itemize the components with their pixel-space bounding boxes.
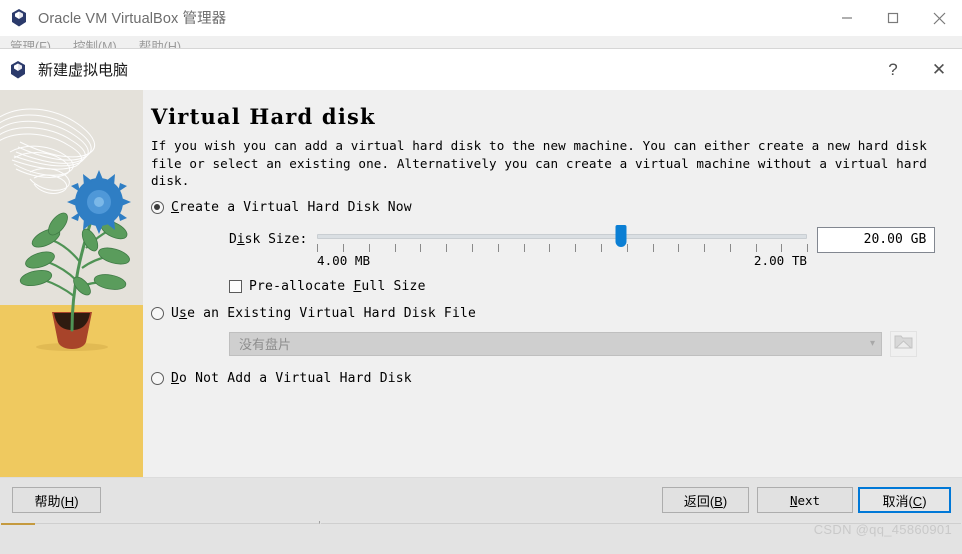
existing-disk-combo-value: 没有盘片 bbox=[239, 337, 292, 352]
page-description: If you wish you can add a virtual hard d… bbox=[151, 138, 927, 188]
back-button[interactable]: 返回(B) bbox=[662, 487, 749, 513]
next-button[interactable]: Next bbox=[757, 487, 853, 513]
disk-size-mnemonic: i bbox=[236, 232, 245, 247]
radio-indicator bbox=[151, 371, 164, 385]
checkbox-label-post: ull Size bbox=[361, 278, 426, 294]
dialog-footer: 帮助(H) 返回(B) Next 取消(C) bbox=[0, 477, 962, 521]
minimize-icon[interactable] bbox=[824, 0, 870, 36]
disk-size-label-post: sk Size: bbox=[244, 232, 308, 247]
disk-size-value-field[interactable]: 20.00 GB bbox=[817, 226, 936, 253]
maximize-icon[interactable] bbox=[870, 0, 916, 36]
new-vm-wizard-dialog: 新建虚拟电脑 ? ✕ Virtual Hard disk If you wish… bbox=[0, 48, 962, 521]
dialog-title-bar: 新建虚拟电脑 ? ✕ bbox=[0, 49, 962, 90]
help-button[interactable]: 帮助(H) bbox=[12, 487, 101, 513]
help-question-icon[interactable]: ? bbox=[870, 49, 916, 90]
slider-range-labels: 4.00 MB 2.00 TB bbox=[317, 253, 807, 268]
wizard-illustration bbox=[0, 90, 143, 477]
slider-max-label: 2.00 TB bbox=[753, 252, 807, 268]
wizard-pane: Virtual Hard disk If you wish you can ad… bbox=[143, 90, 962, 477]
slider-handle[interactable] bbox=[615, 224, 627, 247]
radio-mnemonic: C bbox=[171, 199, 180, 215]
radio-create-virtual-hard-disk-now[interactable]: Create a Virtual Hard Disk Now bbox=[151, 200, 946, 215]
window-controls bbox=[824, 0, 962, 36]
radio-label: Create a Virtual Hard Disk Now bbox=[171, 200, 412, 215]
slider-min-label: 4.00 MB bbox=[317, 252, 371, 268]
radio-mnemonic: D bbox=[171, 370, 180, 386]
radio-label: Use an Existing Virtual Hard Disk File bbox=[171, 306, 476, 321]
checkbox-label-pre: Pre-allocate bbox=[249, 278, 354, 294]
dialog-content: Virtual Hard disk If you wish you can ad… bbox=[0, 90, 962, 477]
watermark: CSDN @qq_45860901 bbox=[813, 522, 952, 537]
parent-window-title: Oracle VM VirtualBox 管理器 bbox=[38, 11, 227, 27]
radio-use-existing-virtual-hard-disk-file[interactable]: Use an Existing Virtual Hard Disk File bbox=[151, 306, 946, 321]
existing-disk-combobox[interactable]: 没有盘片 ▾ bbox=[229, 331, 882, 356]
cancel-button-label: 取消(C) bbox=[882, 493, 927, 509]
screenshot-root: Oracle VM VirtualBox 管理器 管理(F) 控制(M) 帮助(… bbox=[0, 0, 962, 554]
slider-groove bbox=[317, 233, 808, 239]
checkbox-indicator bbox=[229, 279, 242, 293]
back-button-label: 返回(B) bbox=[683, 493, 728, 509]
cancel-button[interactable]: 取消(C) bbox=[858, 487, 951, 513]
radio-label: Do Not Add a Virtual Hard Disk bbox=[171, 371, 412, 386]
checkbox-label: Pre-allocate Full Size bbox=[249, 279, 426, 294]
disk-size-row: Disk Size: 20.00 GB bbox=[229, 224, 946, 255]
radio-label-text: e an Existing Virtual Hard Disk File bbox=[187, 305, 477, 321]
radio-do-not-add-virtual-hard-disk[interactable]: Do Not Add a Virtual Hard Disk bbox=[151, 371, 946, 386]
disk-size-label-pre: D bbox=[229, 232, 237, 247]
panel-accent-bar bbox=[1, 523, 35, 525]
virtualbox-icon bbox=[9, 8, 29, 28]
existing-disk-row: 没有盘片 ▾ bbox=[229, 330, 946, 357]
radio-label-pre: U bbox=[171, 305, 180, 321]
radio-indicator bbox=[151, 306, 164, 320]
radio-mnemonic: s bbox=[179, 305, 188, 321]
page-title: Virtual Hard disk bbox=[151, 104, 376, 129]
virtualbox-icon bbox=[8, 60, 28, 80]
next-button-label: Next bbox=[789, 492, 821, 508]
browse-disk-button[interactable] bbox=[890, 330, 917, 357]
radio-label-text: o Not Add a Virtual Hard Disk bbox=[179, 370, 412, 386]
close-icon[interactable]: ✕ bbox=[916, 49, 962, 90]
dialog-controls: ? ✕ bbox=[870, 49, 962, 90]
radio-indicator bbox=[151, 200, 164, 214]
parent-title-bar: Oracle VM VirtualBox 管理器 bbox=[0, 0, 962, 36]
disk-size-slider[interactable] bbox=[317, 224, 809, 255]
disk-size-label: Disk Size: bbox=[229, 232, 307, 247]
folder-open-icon bbox=[894, 333, 913, 355]
help-button-label: 帮助(H) bbox=[34, 493, 79, 509]
checkbox-preallocate-full-size[interactable]: Pre-allocate Full Size bbox=[229, 279, 946, 294]
slider-ticks bbox=[317, 243, 809, 253]
chevron-down-icon: ▾ bbox=[869, 338, 875, 349]
dialog-title: 新建虚拟电脑 bbox=[38, 62, 129, 79]
close-icon[interactable] bbox=[916, 0, 962, 36]
radio-label-text: reate a Virtual Hard Disk Now bbox=[179, 199, 412, 215]
